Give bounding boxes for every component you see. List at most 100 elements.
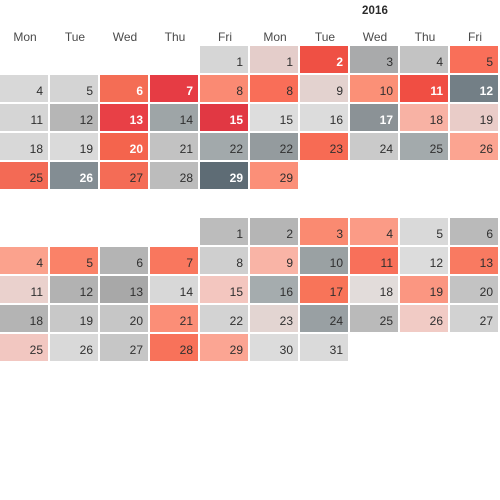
calendar-cell[interactable]: 27: [100, 334, 148, 361]
calendar-cell[interactable]: 3: [350, 46, 398, 73]
calendar-cell[interactable]: 7: [150, 75, 198, 102]
calendar-day-number: 18: [29, 142, 43, 156]
calendar-cell[interactable]: 23: [250, 305, 298, 332]
calendar-cell[interactable]: 26: [50, 162, 98, 189]
calendar-day-number: 29: [229, 171, 243, 185]
calendar-cell[interactable]: 8: [200, 75, 248, 102]
calendar-cell[interactable]: 15: [200, 104, 248, 131]
calendar-day-number: 25: [29, 171, 43, 185]
calendar-day-number: 27: [129, 171, 143, 185]
calendar-cell[interactable]: 3: [300, 218, 348, 245]
calendar-cell[interactable]: 11: [350, 247, 398, 274]
calendar-cell[interactable]: 20: [100, 133, 148, 160]
calendar-cell[interactable]: 11: [400, 75, 448, 102]
calendar-cell[interactable]: 12: [50, 104, 98, 131]
calendar-cell[interactable]: 29: [200, 162, 248, 189]
calendar-cell[interactable]: 2: [300, 46, 348, 73]
calendar-cell[interactable]: 19: [50, 305, 98, 332]
calendar-cell[interactable]: 18: [350, 276, 398, 303]
calendar-cell[interactable]: 13: [100, 276, 148, 303]
calendar-cell[interactable]: 30: [250, 334, 298, 361]
calendar-cell[interactable]: 22: [200, 133, 248, 160]
calendar-cell[interactable]: 13: [450, 247, 498, 274]
calendar-cell[interactable]: 24: [300, 305, 348, 332]
calendar-cell[interactable]: 14: [150, 276, 198, 303]
calendar-cell[interactable]: 12: [50, 276, 98, 303]
calendar-cell-empty: [350, 162, 398, 189]
calendar-cell[interactable]: 12: [450, 75, 498, 102]
calendar-cell[interactable]: 4: [0, 75, 48, 102]
calendar-cell[interactable]: 19: [400, 276, 448, 303]
calendar-cell[interactable]: 17: [350, 104, 398, 131]
calendar-cell[interactable]: 12: [400, 247, 448, 274]
calendar-day-number: 21: [179, 142, 193, 156]
calendar-cell[interactable]: 4: [350, 218, 398, 245]
calendar-cell[interactable]: 25: [0, 334, 48, 361]
calendar-cell[interactable]: 7: [150, 247, 198, 274]
calendar-cell[interactable]: 27: [100, 162, 148, 189]
calendar-cell[interactable]: 5: [400, 218, 448, 245]
calendar-cell[interactable]: 25: [0, 162, 48, 189]
calendar-cell[interactable]: 9: [250, 247, 298, 274]
calendar-cell[interactable]: 19: [50, 133, 98, 160]
calendar-cell[interactable]: 19: [450, 104, 498, 131]
calendar-cell[interactable]: 29: [200, 334, 248, 361]
calendar-day-number: 24: [379, 142, 393, 156]
calendar-cell[interactable]: 1: [200, 218, 248, 245]
calendar-cell[interactable]: 26: [450, 133, 498, 160]
calendar-cell-empty: [350, 334, 398, 361]
calendar-cell[interactable]: 18: [0, 133, 48, 160]
calendar-cell[interactable]: 6: [450, 218, 498, 245]
calendar-day-number: 19: [479, 113, 493, 127]
calendar-cell-empty: [150, 218, 198, 245]
calendar-cell[interactable]: 4: [0, 247, 48, 274]
calendar-cell[interactable]: 24: [350, 133, 398, 160]
calendar-day-number: 16: [279, 285, 293, 299]
calendar-cell[interactable]: 6: [100, 75, 148, 102]
calendar-cell[interactable]: 18: [0, 305, 48, 332]
calendar-cell[interactable]: 10: [300, 247, 348, 274]
calendar-heatmap: 2016 Mon Tue Wed Thu Fri Mon Tue Wed Thu Fri 1 4 5 6 7 8…: [0, 0, 500, 500]
calendar-cell[interactable]: 29: [250, 162, 298, 189]
calendar-cell[interactable]: 25: [350, 305, 398, 332]
calendar-cell[interactable]: 4: [400, 46, 448, 73]
calendar-day-number: 25: [29, 343, 43, 357]
calendar-cell[interactable]: 28: [150, 334, 198, 361]
calendar-cell[interactable]: 20: [100, 305, 148, 332]
calendar-cell[interactable]: 6: [100, 247, 148, 274]
calendar-cell[interactable]: 21: [150, 305, 198, 332]
calendar-cell[interactable]: 26: [50, 334, 98, 361]
calendar-cell[interactable]: 5: [450, 46, 498, 73]
calendar-cell[interactable]: 11: [0, 104, 48, 131]
calendar-cell[interactable]: 20: [450, 276, 498, 303]
calendar-cell[interactable]: 11: [0, 276, 48, 303]
calendar-cell[interactable]: 27: [450, 305, 498, 332]
calendar-cell[interactable]: 21: [150, 133, 198, 160]
calendar-cell[interactable]: 23: [300, 133, 348, 160]
calendar-cell[interactable]: 25: [400, 133, 448, 160]
calendar-cell[interactable]: 26: [400, 305, 448, 332]
calendar-cell[interactable]: 28: [150, 162, 198, 189]
calendar-cell[interactable]: 8: [250, 75, 298, 102]
calendar-cell[interactable]: 1: [200, 46, 248, 73]
calendar-cell[interactable]: 16: [250, 276, 298, 303]
calendar-day-number: 8: [236, 256, 243, 270]
calendar-cell[interactable]: 16: [300, 104, 348, 131]
calendar-cell[interactable]: 31: [300, 334, 348, 361]
calendar-cell[interactable]: 13: [100, 104, 148, 131]
calendar-cell[interactable]: 22: [200, 305, 248, 332]
calendar-cell[interactable]: 5: [50, 247, 98, 274]
calendar-cell[interactable]: 14: [150, 104, 198, 131]
calendar-cell[interactable]: 22: [250, 133, 298, 160]
calendar-cell[interactable]: 15: [200, 276, 248, 303]
calendar-cell[interactable]: 9: [300, 75, 348, 102]
calendar-cell[interactable]: 17: [300, 276, 348, 303]
calendar-cell[interactable]: 15: [250, 104, 298, 131]
calendar-cell[interactable]: 1: [250, 46, 298, 73]
calendar-cell[interactable]: 8: [200, 247, 248, 274]
calendar-panel-top-left: 1 4 5 6 7 8 11 12 13 14 15 18 19 20 21 22 25 26 27 28 29: [0, 46, 250, 191]
calendar-cell[interactable]: 10: [350, 75, 398, 102]
calendar-cell[interactable]: 5: [50, 75, 98, 102]
calendar-cell[interactable]: 2: [250, 218, 298, 245]
calendar-cell[interactable]: 18: [400, 104, 448, 131]
